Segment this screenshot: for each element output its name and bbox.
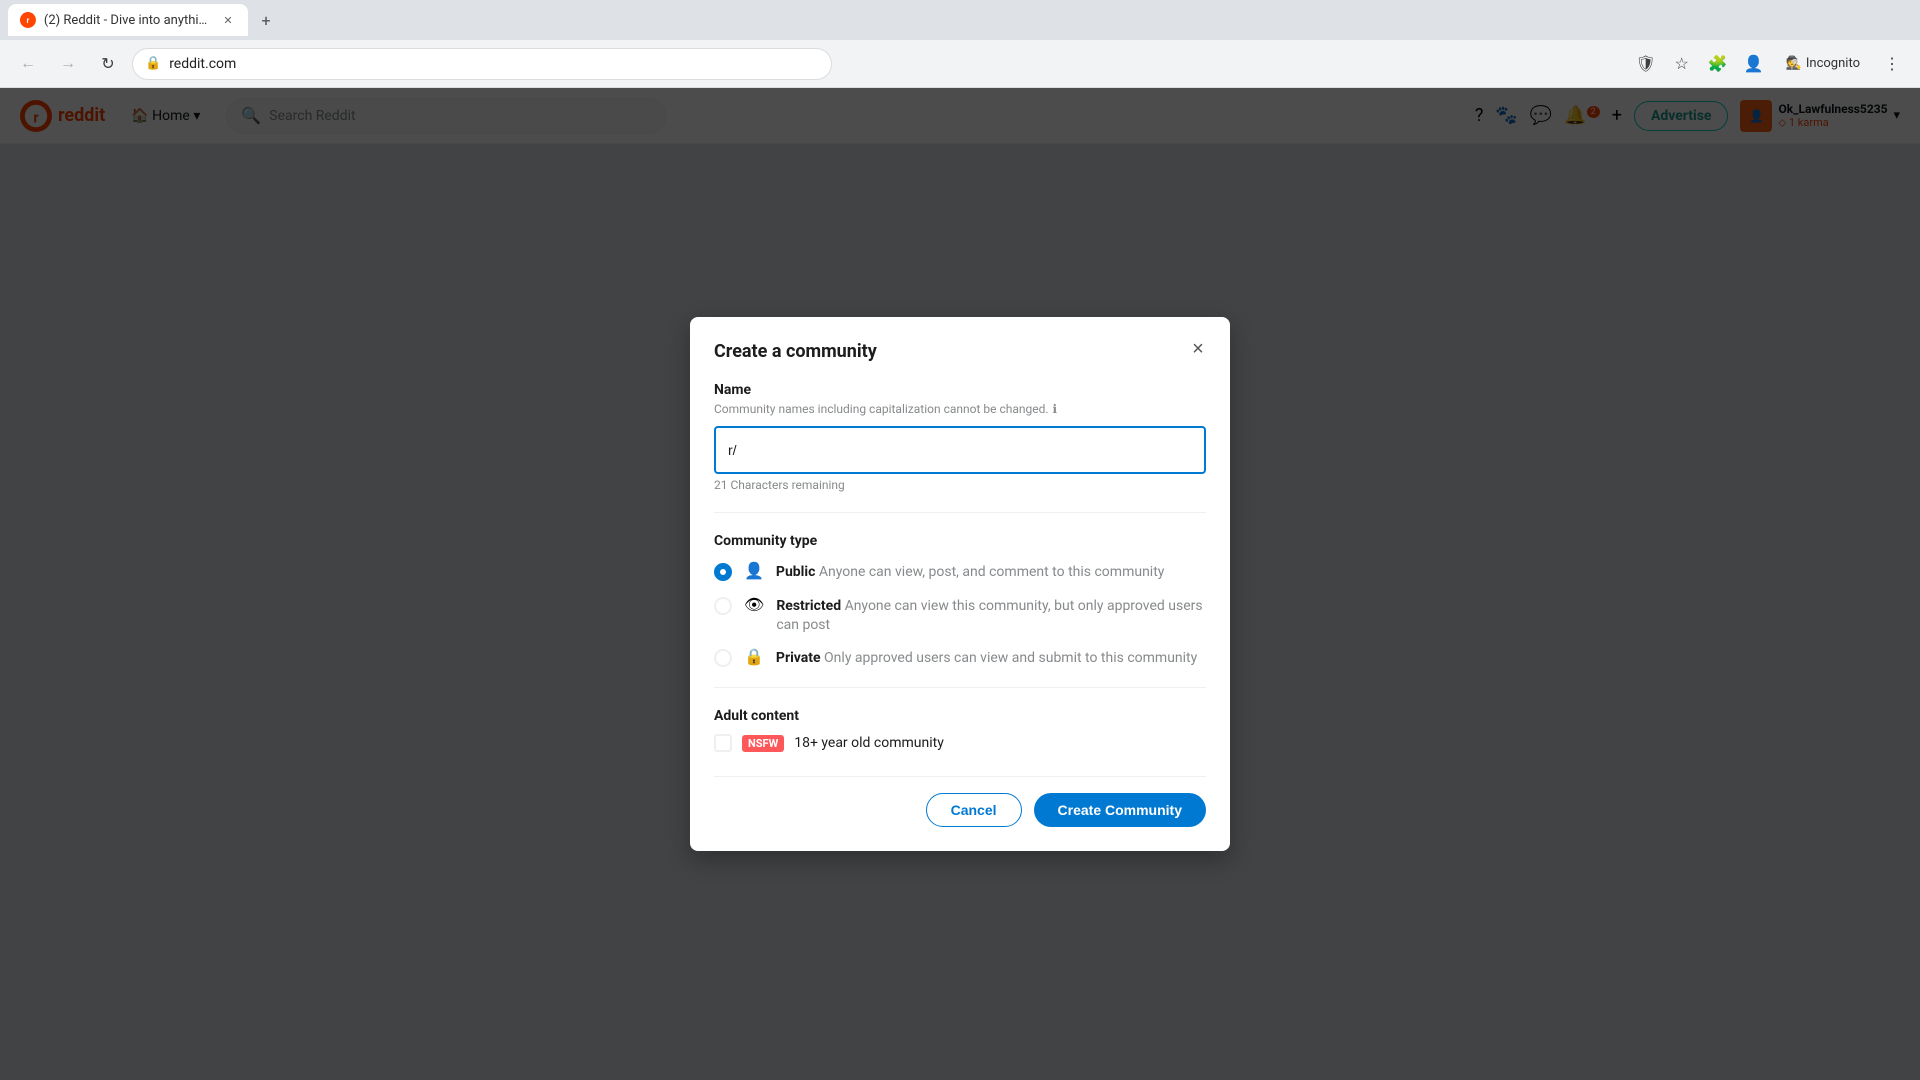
toolbar-right: 🛡 ☆ 🧩 👤 🕵️ Incognito ⋮ [1630,48,1908,80]
community-name-input[interactable] [714,426,1206,474]
back-button[interactable]: ← [12,48,44,80]
modal-footer: Cancel Create Community [714,776,1206,827]
private-text: Private Only approved users can view and… [776,647,1197,666]
restricted-icon: 👁 [744,595,764,614]
address-bar[interactable]: 🔒 reddit.com [132,48,832,80]
nsfw-badge: NSFW [742,735,784,752]
tab-close-button[interactable]: ✕ [220,12,236,28]
adult-content-label: Adult content [714,708,1206,724]
private-icon: 🔒 [744,647,764,666]
public-text: Public Anyone can view, post, and commen… [776,561,1164,580]
name-section: Name Community names including capitaliz… [714,382,1206,492]
name-subtitle: Community names including capitalization… [714,402,1206,416]
new-tab-button[interactable]: + [252,6,280,34]
url-display: reddit.com [169,56,819,72]
extension-icon[interactable]: 🧩 [1702,48,1734,80]
public-icon: 👤 [744,561,764,580]
svg-text:r: r [26,16,29,25]
browser-tab[interactable]: r (2) Reddit - Dive into anything ✕ [8,4,248,36]
chars-remaining: 21 Characters remaining [714,478,1206,492]
create-community-modal: Create a community × Name Community name… [690,317,1230,851]
profile-icon[interactable]: 👤 [1738,48,1770,80]
section-divider-2 [714,687,1206,688]
restricted-radio[interactable] [714,597,732,615]
reddit-favicon: r [20,12,36,28]
nsfw-row: NSFW 18+ year old community [714,734,1206,752]
restricted-option[interactable]: 👁 Restricted Anyone can view this commun… [714,595,1206,633]
public-radio[interactable] [714,563,732,581]
section-divider [714,512,1206,513]
browser-toolbar: ← → ↻ 🔒 reddit.com 🛡 ☆ 🧩 👤 🕵️ Incognito … [0,40,1920,88]
name-label: Name [714,382,1206,398]
community-type-options: 👤 Public Anyone can view, post, and comm… [714,561,1206,667]
tab-title: (2) Reddit - Dive into anything [44,13,212,28]
incognito-icon: 🕵️ [1786,56,1802,71]
name-input-wrapper [714,426,1206,474]
modal-overlay: Create a community × Name Community name… [0,88,1920,1080]
modal-close-button[interactable]: × [1182,333,1214,365]
modal-title: Create a community [714,341,1206,362]
lock-icon: 🔒 [145,56,161,71]
forward-button[interactable]: → [52,48,84,80]
adult-content-section: Adult content NSFW 18+ year old communit… [714,708,1206,752]
nsfw-checkbox[interactable] [714,734,732,752]
incognito-label: Incognito [1806,56,1860,71]
community-type-label: Community type [714,533,1206,549]
community-type-section: Community type 👤 Public Anyone can view,… [714,533,1206,667]
cancel-button[interactable]: Cancel [926,793,1022,827]
incognito-badge: 🕵️ Incognito [1774,52,1872,75]
shield-icon[interactable]: 🛡 [1630,48,1662,80]
nsfw-label: 18+ year old community [794,735,944,751]
private-radio[interactable] [714,649,732,667]
private-option[interactable]: 🔒 Private Only approved users can view a… [714,647,1206,667]
bookmark-icon[interactable]: ☆ [1666,48,1698,80]
public-option[interactable]: 👤 Public Anyone can view, post, and comm… [714,561,1206,581]
browser-titlebar: r (2) Reddit - Dive into anything ✕ + [0,0,1920,40]
restricted-text: Restricted Anyone can view this communit… [776,595,1206,633]
browser-chrome: r (2) Reddit - Dive into anything ✕ + ← … [0,0,1920,88]
info-icon: ℹ [1053,402,1058,416]
reload-button[interactable]: ↻ [92,48,124,80]
menu-icon[interactable]: ⋮ [1876,48,1908,80]
create-community-button[interactable]: Create Community [1034,793,1206,827]
